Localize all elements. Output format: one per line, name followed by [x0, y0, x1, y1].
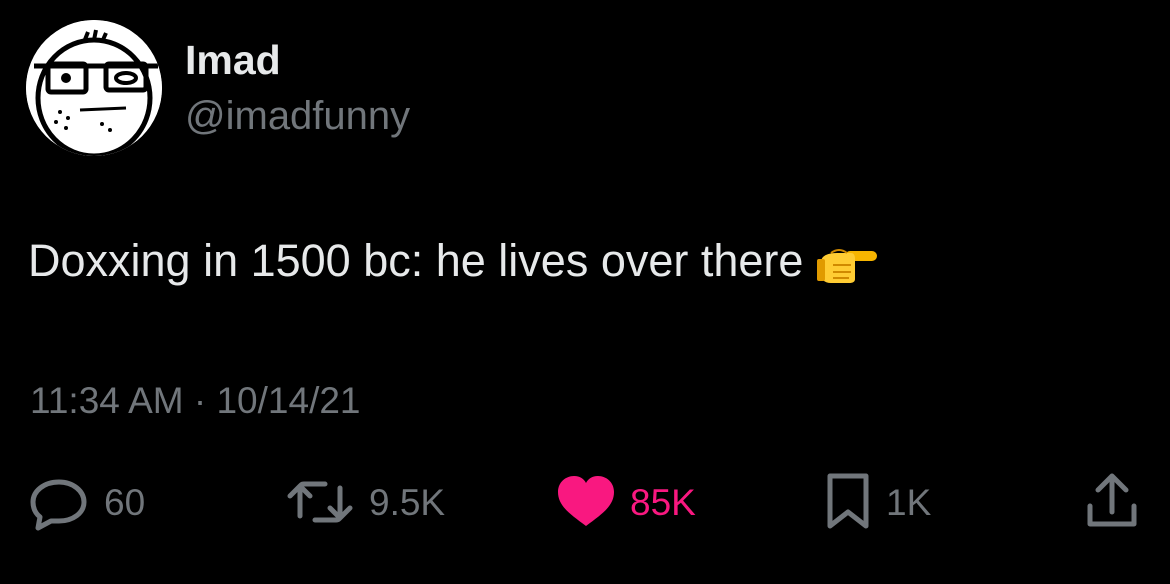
heart-icon — [556, 470, 616, 534]
avatar[interactable] — [26, 20, 162, 156]
cartoon-face-avatar-icon — [26, 20, 162, 156]
retweet-button[interactable]: 9.5K — [285, 470, 445, 534]
tweet-timestamp[interactable]: 11:34 AM · 10/14/21 — [30, 379, 361, 423]
reply-button[interactable]: 60 — [26, 470, 145, 534]
like-count: 85K — [630, 481, 696, 523]
tweet-actions: 60 9.5K 85K 1K — [0, 470, 1170, 534]
like-button[interactable]: 85K — [556, 470, 696, 534]
bookmark-button[interactable]: 1K — [824, 470, 931, 534]
retweet-count: 9.5K — [369, 481, 446, 523]
timestamp-separator: · — [193, 380, 207, 421]
reply-count: 60 — [104, 481, 146, 523]
user-handle[interactable]: @imadfunny — [185, 92, 410, 140]
share-button[interactable] — [1084, 470, 1140, 534]
tweet-text: Doxxing in 1500 bc: he lives over there — [28, 235, 804, 286]
tweet-body: Doxxing in 1500 bc: he lives over there — [28, 234, 879, 288]
display-name[interactable]: Imad — [185, 36, 281, 85]
tweet-date: 10/14/21 — [216, 380, 361, 421]
share-icon — [1084, 470, 1140, 534]
tweet-time: 11:34 AM — [30, 380, 184, 421]
retweet-icon — [285, 470, 355, 534]
pointing-right-hand-emoji-icon — [817, 243, 879, 283]
bookmark-count: 1K — [886, 481, 932, 523]
bookmark-icon — [824, 470, 872, 534]
reply-icon — [26, 470, 90, 534]
